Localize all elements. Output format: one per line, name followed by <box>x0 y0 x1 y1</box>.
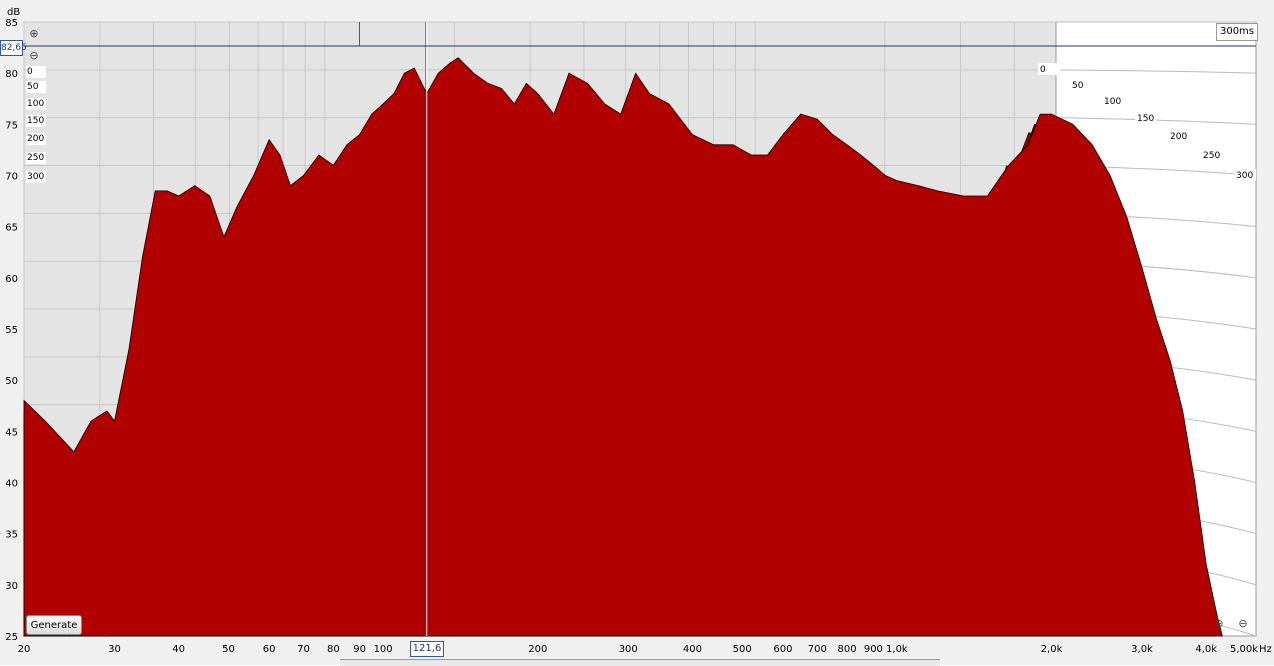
x-tick-label: 400 <box>683 644 702 655</box>
y-tick-label: 65 <box>5 223 18 234</box>
cursor-db-readout[interactable]: 82,65 <box>0 40 27 56</box>
x-tick-label: 600 <box>773 644 792 655</box>
time-tick-label: 50 <box>26 81 46 93</box>
y-tick-label: 75 <box>5 120 18 131</box>
y-tick-label: 70 <box>5 172 18 183</box>
x-tick-label: 1,0k <box>886 644 908 655</box>
y-tick-label: 50 <box>5 376 18 387</box>
z-tick-label: 150 <box>1137 114 1154 124</box>
x-tick-label: 800 <box>838 644 857 655</box>
magnify-minus-icon[interactable]: ⊖ <box>27 49 41 63</box>
x-tick-label: 300 <box>619 644 638 655</box>
y-tick-label: 25 <box>5 632 18 643</box>
y-tick-label: 30 <box>5 581 18 592</box>
z-tick-label: 0 <box>1040 65 1046 75</box>
x-axis-unit: Hz <box>1259 644 1272 655</box>
x-tick-label: 3,0k <box>1131 644 1153 655</box>
time-tick-label: 100 <box>26 98 46 110</box>
x-tick-label: 5,00k <box>1230 644 1258 655</box>
x-tick-label: 50 <box>222 644 235 655</box>
generate-button[interactable]: Generate <box>26 615 82 635</box>
x-tick-label: 500 <box>733 644 752 655</box>
z-tick-label: 50 <box>1072 81 1084 91</box>
x-tick-label: 200 <box>528 644 547 655</box>
z-tick-label: 300 <box>1236 171 1253 181</box>
z-tick-label: 250 <box>1203 151 1220 161</box>
x-tick-label: 40 <box>172 644 185 655</box>
x-tick-label: 4,0k <box>1195 644 1217 655</box>
y-tick-label: 85 <box>5 18 18 29</box>
z-tick-label: 200 <box>1170 132 1187 142</box>
magnify-plus-icon[interactable]: ⊕ <box>1212 617 1226 631</box>
x-tick-label: 20 <box>18 644 31 655</box>
x-tick-label: 30 <box>108 644 121 655</box>
y-tick-label: 40 <box>5 479 18 490</box>
time-tick-label: 0 <box>26 66 46 78</box>
z-tick-label: 100 <box>1104 97 1121 107</box>
y-axis-ticks: 85 80 75 70 65 60 55 50 45 40 35 30 25 <box>5 18 18 643</box>
y-axis-unit: dB <box>7 7 20 18</box>
time-tick-label: 250 <box>26 152 46 164</box>
x-tick-label: 80 <box>327 644 340 655</box>
waterfall-plot-window: 85 80 75 70 65 60 55 50 45 40 35 30 25 20 30 40 50 60 70 8… <box>0 0 1274 666</box>
x-tick-label: 2,0k <box>1041 644 1063 655</box>
time-tick-label: 150 <box>26 115 46 127</box>
time-readout: 300ms <box>1216 23 1258 41</box>
time-tick-label: 300 <box>26 171 46 183</box>
x-tick-label: 900 <box>864 644 883 655</box>
y-tick-label: 80 <box>5 69 18 80</box>
y-tick-label: 35 <box>5 530 18 541</box>
cursor-freq-readout[interactable]: 121,6 <box>410 641 444 657</box>
x-axis-ticks: 20 30 40 50 60 70 80 90 100 200 300 400 500 600 700 800… <box>18 644 1259 655</box>
y-tick-label: 60 <box>5 274 18 285</box>
time-tick-label: 200 <box>26 133 46 145</box>
x-tick-label: 70 <box>297 644 310 655</box>
x-tick-label: 100 <box>374 644 393 655</box>
x-tick-label: 700 <box>808 644 827 655</box>
magnify-plus-icon[interactable]: ⊕ <box>27 27 41 41</box>
waterfall-chart[interactable]: 85807570656055504540353025 20 30 40 50 60 70 8… <box>0 0 1274 665</box>
y-tick-label: 45 <box>5 427 18 438</box>
y-tick-label: 55 <box>5 325 18 336</box>
magnify-minus-icon[interactable]: ⊖ <box>1236 617 1250 631</box>
x-tick-label: 90 <box>353 644 366 655</box>
x-tick-label: 60 <box>263 644 276 655</box>
